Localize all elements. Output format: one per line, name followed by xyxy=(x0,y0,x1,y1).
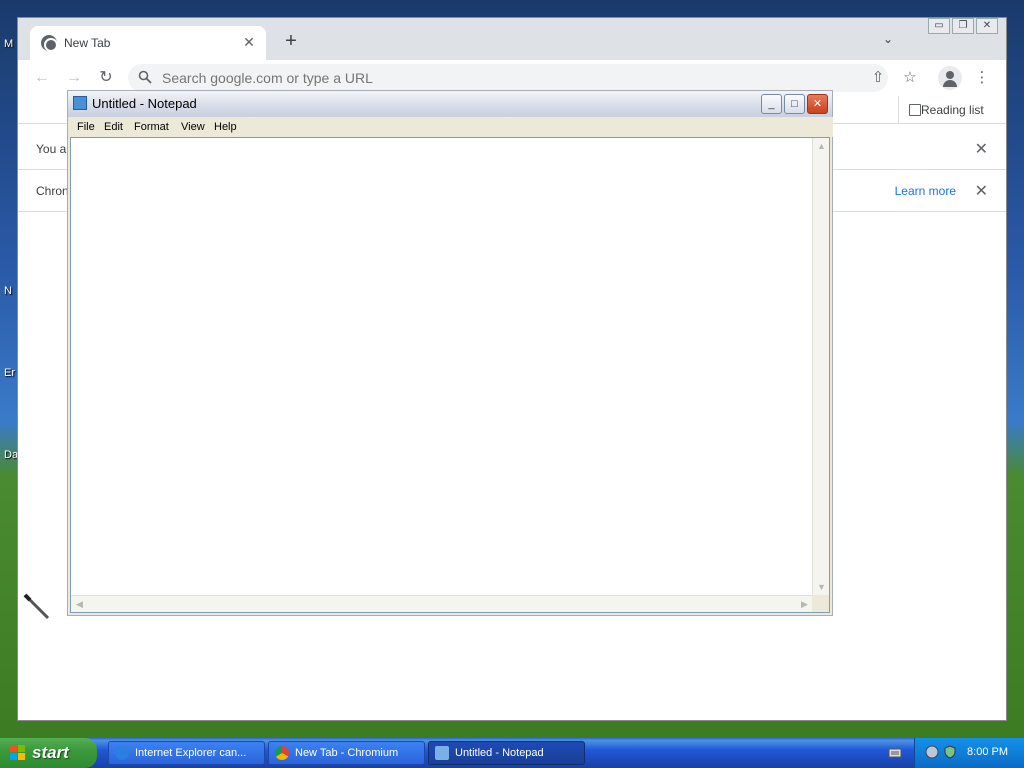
window-controls: ▭ ❐ ✕ xyxy=(928,18,998,36)
network-icon[interactable] xyxy=(925,745,939,759)
horizontal-scrollbar[interactable]: ◀ ▶ xyxy=(71,595,813,612)
menu-format[interactable]: Format xyxy=(134,121,169,133)
chromium-icon xyxy=(275,746,289,760)
taskbar-item-label: New Tab - Chromium xyxy=(295,747,399,759)
reading-list-label: Reading list xyxy=(921,103,984,117)
reading-list-button[interactable]: Reading list xyxy=(898,96,984,124)
scroll-left-icon[interactable]: ◀ xyxy=(72,597,87,612)
close-button[interactable]: ✕ xyxy=(807,94,828,114)
reading-list-icon xyxy=(909,104,921,116)
share-icon[interactable]: ⇧ xyxy=(866,66,890,90)
close-button[interactable]: ✕ xyxy=(976,18,998,34)
forward-icon[interactable]: → xyxy=(62,66,86,90)
scroll-up-icon[interactable]: ▲ xyxy=(814,139,829,154)
system-tray: 8:00 PM xyxy=(914,738,1024,768)
bookmark-star-icon[interactable]: ☆ xyxy=(898,66,922,90)
reload-icon[interactable]: ↻ xyxy=(94,66,118,90)
profile-avatar-icon[interactable] xyxy=(938,66,962,90)
notepad-menubar: File Edit Format View Help xyxy=(69,117,833,137)
globe-icon xyxy=(41,35,58,52)
taskbar-item-ie[interactable]: Internet Explorer can... xyxy=(108,741,265,765)
security-icon[interactable] xyxy=(943,745,957,759)
chrome-tab-bar: New Tab ✕ + ⌄ ▭ ❐ ✕ xyxy=(18,18,1006,60)
menu-file[interactable]: File xyxy=(77,121,95,133)
clock: 8:00 PM xyxy=(967,746,1008,758)
learn-more-link[interactable]: Learn more xyxy=(895,184,956,198)
scroll-right-icon[interactable]: ▶ xyxy=(797,597,812,612)
scroll-down-icon[interactable]: ▼ xyxy=(814,580,829,595)
taskbar: start Internet Explorer can... New Tab -… xyxy=(0,738,1024,768)
tab-title: New Tab xyxy=(64,36,111,50)
menu-help[interactable]: Help xyxy=(214,121,237,133)
ie-icon xyxy=(115,746,129,760)
infobar-text: Chron xyxy=(36,184,69,198)
maximize-button[interactable]: ❐ xyxy=(952,18,974,34)
tab-new-tab[interactable]: New Tab ✕ xyxy=(30,26,266,60)
desktop-icon-label[interactable]: Er xyxy=(4,367,15,379)
menu-edit[interactable]: Edit xyxy=(104,121,123,133)
minimize-button[interactable]: ▭ xyxy=(928,18,950,34)
notepad-titlebar[interactable]: Untitled - Notepad _ □ ✕ xyxy=(68,91,832,117)
menu-dots-icon[interactable]: ⋮ xyxy=(970,66,994,90)
back-icon[interactable]: ← xyxy=(30,66,54,90)
maximize-button[interactable]: □ xyxy=(784,94,805,114)
start-label: start xyxy=(32,743,69,762)
menu-view[interactable]: View xyxy=(181,121,205,133)
notepad-icon xyxy=(435,746,449,760)
new-tab-button[interactable]: + xyxy=(280,30,302,52)
desktop-icon-label[interactable]: M xyxy=(4,38,13,50)
taskbar-item-label: Untitled - Notepad xyxy=(455,747,544,759)
notepad-title: Untitled - Notepad xyxy=(92,96,197,111)
paintbrush-icon xyxy=(23,593,50,620)
minimize-button[interactable]: _ xyxy=(761,94,782,114)
resize-grip-icon[interactable] xyxy=(812,595,829,612)
search-icon xyxy=(138,70,152,84)
infobar-close-icon[interactable]: ✕ xyxy=(975,181,988,201)
taskbar-item-notepad[interactable]: Untitled - Notepad xyxy=(428,741,585,765)
notepad-icon xyxy=(73,96,87,110)
notepad-edit-area: ▲ ▼ ◀ ▶ xyxy=(70,137,830,613)
desktop-icon-label[interactable]: N xyxy=(4,285,12,297)
notepad-window: Untitled - Notepad _ □ ✕ File Edit Forma… xyxy=(67,90,833,616)
infobar-text: You a xyxy=(36,142,67,156)
infobar-close-icon[interactable]: ✕ xyxy=(975,139,988,159)
tab-search-icon[interactable]: ⌄ xyxy=(880,32,896,48)
taskbar-item-chromium[interactable]: New Tab - Chromium xyxy=(268,741,425,765)
desktop-icon-label[interactable]: Da xyxy=(4,449,18,461)
vertical-scrollbar[interactable]: ▲ ▼ xyxy=(812,138,829,596)
notepad-textarea[interactable] xyxy=(71,138,813,596)
tab-close-icon[interactable]: ✕ xyxy=(240,33,258,51)
omnibox[interactable] xyxy=(128,64,888,92)
omnibox-input[interactable] xyxy=(162,68,762,88)
taskbar-item-label: Internet Explorer can... xyxy=(135,747,247,759)
start-button[interactable]: start xyxy=(0,738,97,768)
keyboard-icon[interactable] xyxy=(888,746,902,760)
windows-flag-icon xyxy=(10,745,25,760)
